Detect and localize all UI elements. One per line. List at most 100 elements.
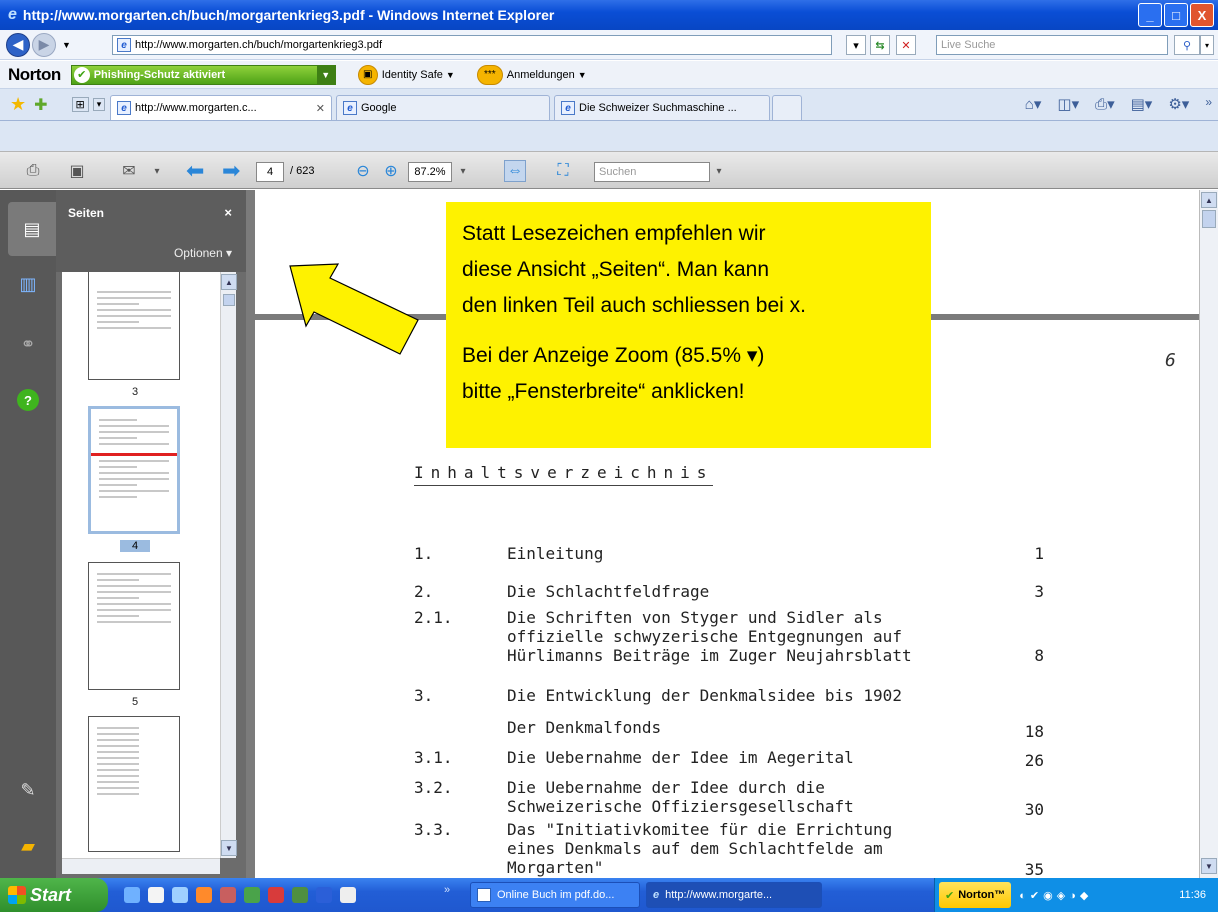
back-icon[interactable]: ◀ (6, 32, 30, 57)
page-icon: e (343, 101, 357, 115)
thumbnail-hscrollbar[interactable] (62, 858, 220, 874)
paperclip-icon[interactable]: ✎ (14, 776, 42, 804)
quicklaunch-icon[interactable] (292, 887, 308, 903)
attachments-binoculars-icon[interactable]: ⚭ (14, 330, 42, 358)
refresh-icon[interactable]: ⇆ (870, 35, 890, 55)
zoom-out-icon[interactable]: ⊖ (352, 160, 374, 182)
search-options-icon[interactable]: ▾ (1200, 35, 1214, 55)
quicklaunch-icon[interactable] (268, 887, 284, 903)
page-thumbnail-3[interactable] (88, 272, 180, 380)
tray-icons[interactable]: ◐✔◉◈◑◆ (1019, 889, 1092, 902)
taskbar-item-ie[interactable]: e http://www.morgarte... (646, 882, 822, 908)
add-favorite-icon[interactable]: ✚ (34, 95, 47, 115)
scroll-down-icon[interactable]: ▼ (1201, 858, 1217, 874)
favorites-star-icon[interactable]: ★ (10, 94, 26, 115)
page-thumbnail-4[interactable] (88, 406, 180, 534)
stop-icon[interactable]: ✕ (896, 35, 916, 55)
quicklaunch-icon[interactable] (340, 887, 356, 903)
email-icon[interactable]: ✉ (118, 160, 140, 182)
minimize-button[interactable]: _ (1138, 3, 1162, 27)
chevron-more-icon[interactable]: » (1205, 95, 1212, 113)
norton-tray-button[interactable]: ✔ Norton™ (939, 882, 1012, 908)
clock: 11:36 (1179, 889, 1206, 901)
tab-morgarten[interactable]: e http://www.morgarten.c... ✕ (110, 95, 332, 120)
zoom-dropdown-icon[interactable]: ▾ (452, 160, 474, 182)
toc-page: 3 (1034, 582, 1044, 601)
forward-icon[interactable]: ▶ (32, 32, 56, 57)
scroll-up-icon[interactable]: ▲ (221, 274, 237, 290)
tab-google[interactable]: e Google (336, 95, 550, 120)
page-thumbnail-6[interactable] (88, 716, 180, 852)
page-icon: e (117, 101, 131, 115)
feeds-icon[interactable]: ◫▾ (1057, 95, 1079, 113)
document-scrollbar[interactable]: ▲ ▼ (1199, 190, 1218, 878)
quicklaunch-icon[interactable] (220, 887, 236, 903)
fit-page-icon[interactable]: ⛶ (552, 160, 574, 182)
pages-panel-title: Seiten (68, 206, 105, 220)
callout-arrow-icon (289, 263, 419, 355)
tab-label: http://www.morgarten.c... (135, 102, 257, 114)
quicklaunch-icon[interactable] (124, 887, 140, 903)
phishing-protection-button[interactable]: ✔ Phishing-Schutz aktiviert ▼ (70, 64, 336, 85)
tools-gear-icon[interactable]: ⚙▾ (1168, 95, 1189, 113)
logins-button[interactable]: *** Anmeldungen ▼ (476, 64, 587, 85)
pages-panel-close-button[interactable]: × (224, 205, 232, 220)
bookmarks-icon[interactable]: ▥ (14, 270, 42, 298)
chevron-more-icon[interactable]: » (444, 884, 450, 896)
chevron-down-icon[interactable]: ▾ (146, 160, 168, 182)
quicklaunch-icon[interactable] (316, 887, 332, 903)
url-input[interactable]: e http://www.morgarten.ch/buch/morgarten… (112, 35, 832, 55)
save-icon[interactable]: ▣ (66, 160, 88, 182)
find-input[interactable]: Suchen (594, 162, 710, 182)
home-icon[interactable]: ⌂▾ (1025, 95, 1042, 113)
close-button[interactable]: X (1190, 3, 1214, 27)
pages-panel-icon[interactable]: ▤ (8, 202, 56, 256)
toc-page: 30 (1024, 800, 1044, 819)
quick-tabs-icon[interactable]: ⊞ (71, 97, 89, 112)
chevron-down-icon: ▼ (577, 69, 587, 80)
scroll-thumb[interactable] (223, 294, 235, 306)
page-number-input[interactable]: 4 (256, 162, 284, 182)
find-dropdown-icon[interactable]: ▾ (708, 160, 730, 182)
previous-page-icon[interactable]: ⬅ (186, 158, 204, 184)
url-dropdown-icon[interactable]: ▾ (846, 35, 866, 55)
scroll-up-icon[interactable]: ▲ (1201, 192, 1217, 208)
identity-safe-button[interactable]: ▣ Identity Safe ▼ (357, 64, 455, 85)
new-tab-button[interactable] (772, 95, 802, 120)
tab-schweizer-suchmaschine[interactable]: e Die Schweizer Suchmaschine ... (554, 95, 770, 120)
toc-title: Inhaltsverzeichnis (414, 463, 714, 486)
search-icon[interactable]: ⚲ (1174, 35, 1200, 55)
quicklaunch-icon[interactable] (148, 887, 164, 903)
zoom-input[interactable]: 87.2% (408, 162, 452, 182)
toc-text: Die Schriften von Styger und Sidler als … (507, 608, 912, 665)
history-dropdown-icon[interactable]: ▼ (62, 40, 71, 50)
live-search-input[interactable]: Live Suche (936, 35, 1168, 55)
pages-options-menu[interactable]: Optionen ▾ (174, 246, 232, 260)
help-icon[interactable]: ? (14, 386, 42, 414)
comments-icon[interactable]: ▰ (14, 832, 42, 860)
scroll-down-icon[interactable]: ▼ (221, 840, 237, 856)
zoom-in-icon[interactable]: ⊕ (380, 160, 402, 182)
print-icon[interactable]: ⎙ (22, 160, 44, 182)
maximize-button[interactable]: □ (1164, 3, 1188, 27)
identity-safe-label: Identity Safe (381, 68, 443, 81)
thumbnail-label: 5 (131, 696, 139, 708)
chevron-down-icon[interactable]: ▼ (316, 65, 335, 84)
norton-tray-label: Norton™ (958, 889, 1006, 901)
thumbnail-scrollbar[interactable]: ▲ ▼ (220, 272, 237, 858)
fit-width-icon[interactable]: ⇔ (504, 160, 526, 182)
scroll-thumb[interactable] (1202, 210, 1216, 228)
thumbnail-label: 3 (131, 386, 139, 398)
page-menu-icon[interactable]: ▤▾ (1131, 95, 1153, 113)
close-tab-icon[interactable]: ✕ (316, 102, 325, 115)
tab-list-icon[interactable]: ▾ (92, 98, 106, 111)
quicklaunch-icon[interactable] (196, 887, 212, 903)
page-thumbnail-5[interactable] (88, 562, 180, 690)
quicklaunch-icon[interactable] (244, 887, 260, 903)
print-icon[interactable]: ⎙▾ (1095, 95, 1115, 113)
next-page-icon[interactable]: ➡ (222, 158, 240, 184)
ie-quicklaunch-icon[interactable] (172, 887, 188, 903)
start-button[interactable]: Start (0, 878, 108, 912)
toc-page: 35 (1024, 860, 1044, 878)
taskbar-item-word[interactable]: Online Buch im pdf.do... (470, 882, 640, 908)
